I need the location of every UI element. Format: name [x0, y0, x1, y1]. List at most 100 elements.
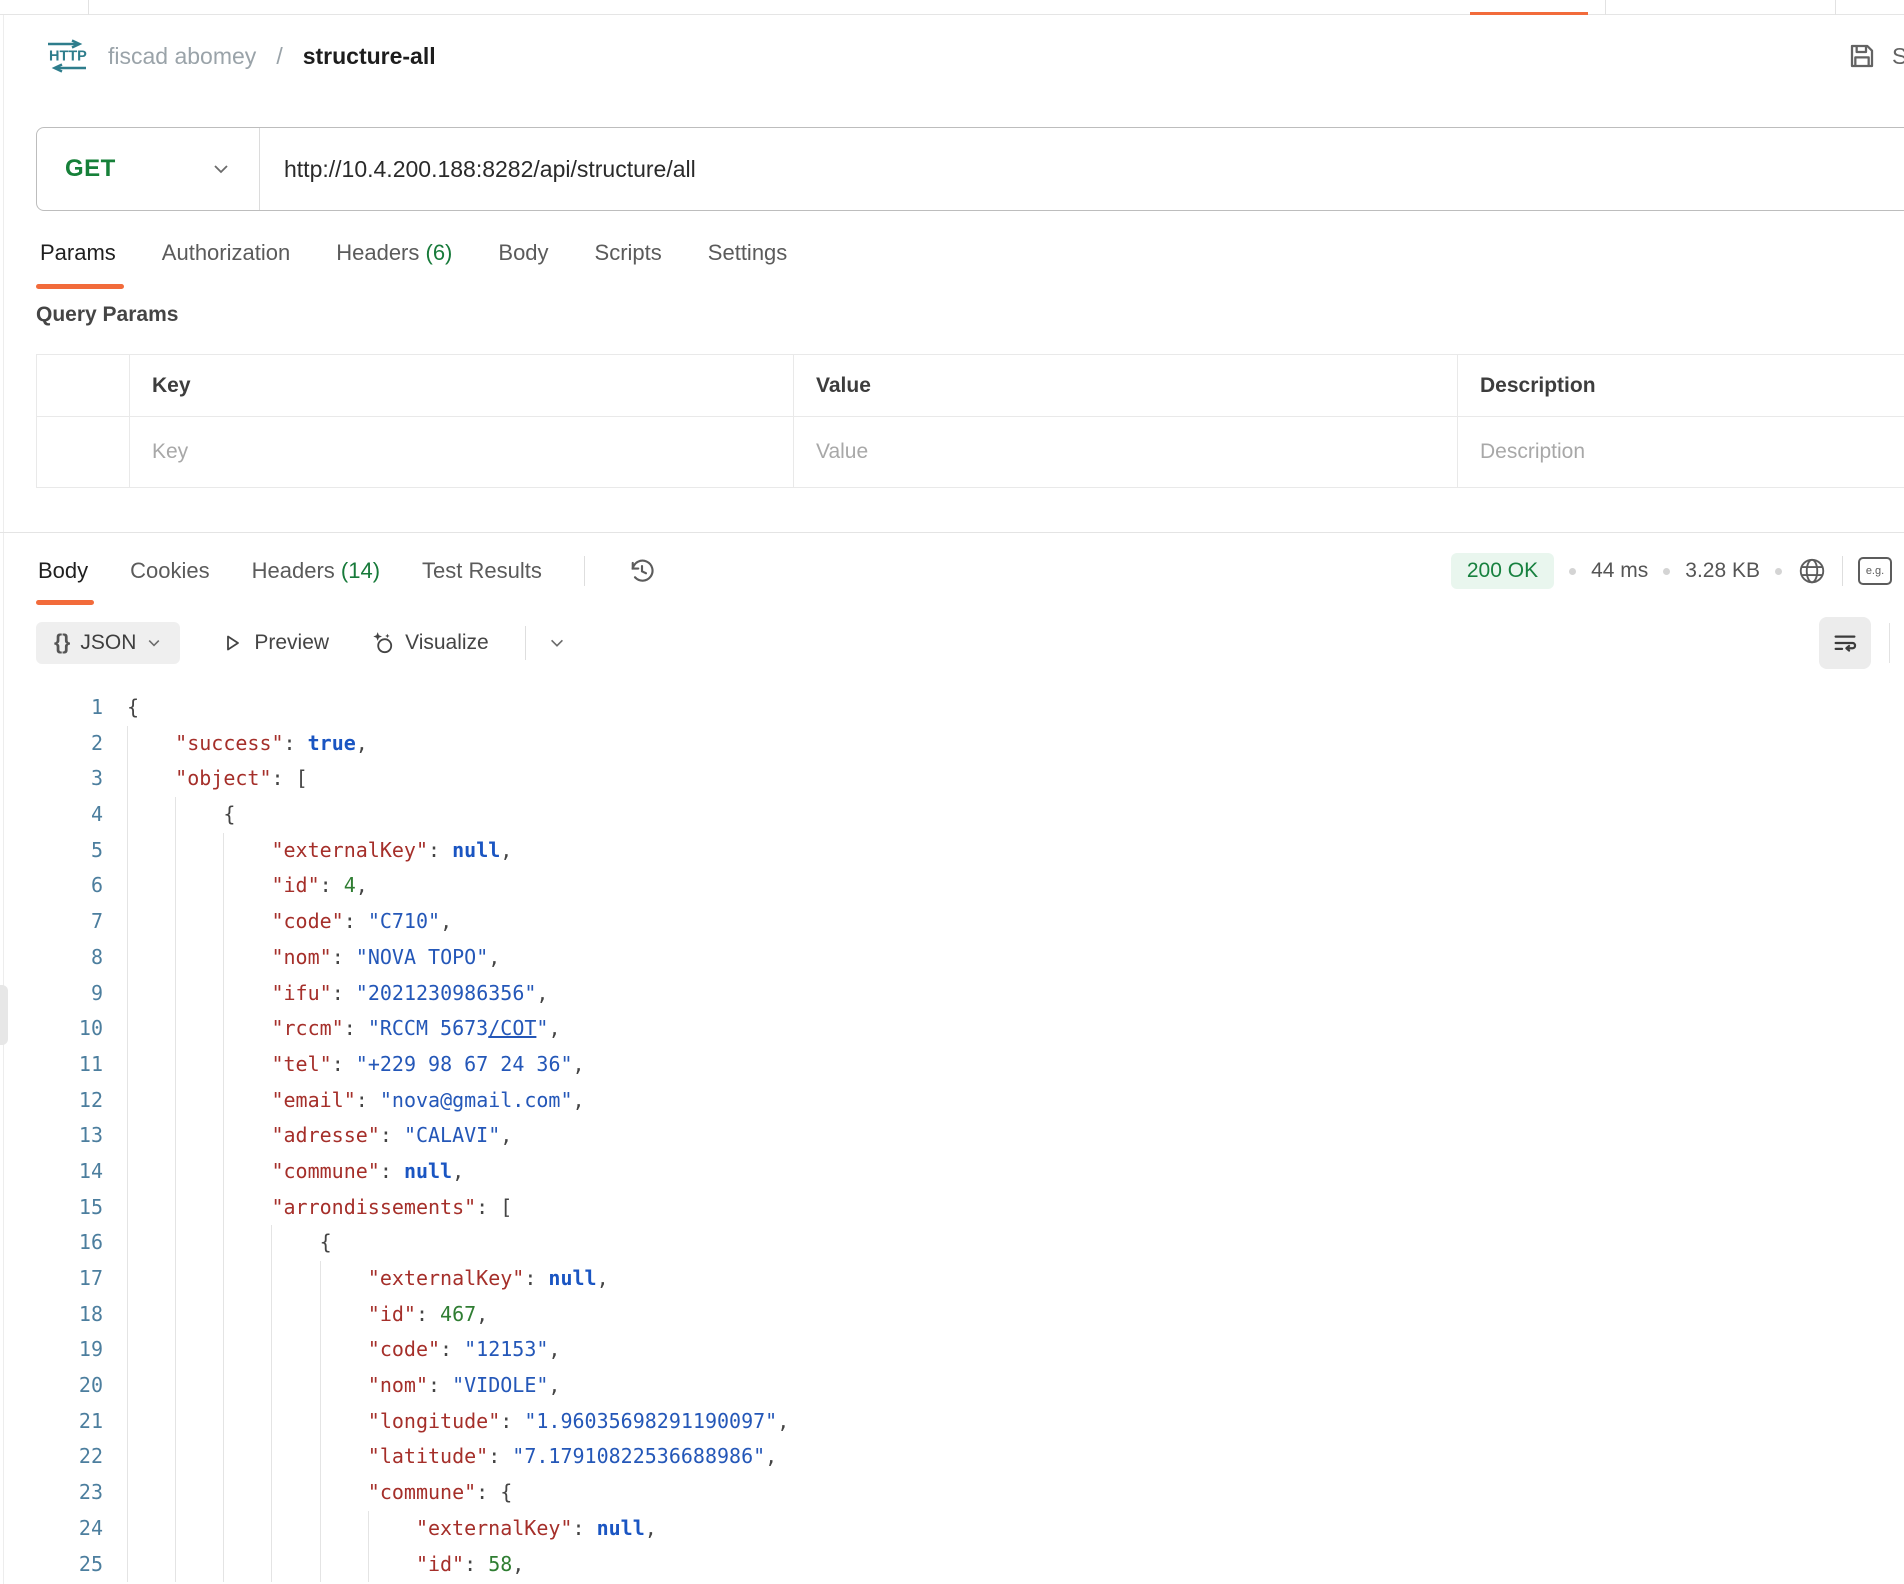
code-line: 11"tel": "+229 98 67 24 36", [0, 1047, 1904, 1083]
indent-guide [223, 868, 271, 904]
toolbar-right-divider [1889, 623, 1890, 663]
line-number: 7 [0, 904, 103, 940]
query-params-table: Key Value Description Key Value Descript… [36, 354, 1904, 488]
indent-guide [127, 1261, 175, 1297]
indent-guide [271, 1225, 319, 1261]
visualize-button[interactable]: Visualize [369, 630, 489, 656]
line-number: 19 [0, 1332, 103, 1368]
response-time: 44 ms [1591, 559, 1648, 583]
dot-separator [1775, 568, 1782, 575]
request-response-divider[interactable] [0, 532, 1904, 533]
tab-response-cookies[interactable]: Cookies [130, 558, 209, 584]
tab-settings[interactable]: Settings [708, 240, 788, 266]
indent-guide [271, 1511, 319, 1547]
indent-guide [223, 1475, 271, 1511]
indent-guide [271, 1475, 319, 1511]
tab-separator [1835, 0, 1836, 15]
wrap-text-button[interactable] [1819, 617, 1871, 669]
network-globe-icon[interactable] [1797, 556, 1827, 586]
magic-wand-icon [369, 630, 395, 656]
code-line: 4{ [0, 797, 1904, 833]
tab-headers[interactable]: Headers (6) [336, 240, 452, 266]
indent-guide [223, 1190, 271, 1226]
indent-guide [175, 1011, 223, 1047]
save-icon[interactable] [1846, 40, 1878, 72]
indent-guide [320, 1475, 368, 1511]
method-selector[interactable]: GET [37, 128, 260, 210]
line-number: 10 [0, 1011, 103, 1047]
tab-response-body[interactable]: Body [38, 558, 88, 584]
indent-guide [223, 1404, 271, 1440]
code-line: 24"externalKey": null, [0, 1511, 1904, 1547]
param-key-input[interactable]: Key [130, 417, 794, 487]
status-badge: 200 OK [1451, 553, 1554, 589]
param-select-column [37, 355, 130, 417]
line-number: 1 [0, 690, 103, 726]
indent-guide [127, 940, 175, 976]
indent-guide [271, 1261, 319, 1297]
indent-guide [127, 1332, 175, 1368]
dot-separator [1663, 568, 1670, 575]
dot-separator [1569, 568, 1576, 575]
indent-guide [127, 1154, 175, 1190]
url-input[interactable]: http://10.4.200.188:8282/api/structure/a… [260, 156, 696, 183]
wrap-text-icon [1831, 629, 1859, 657]
format-dropdown[interactable]: {} JSON [36, 622, 180, 664]
indent-guide [175, 1368, 223, 1404]
code-line: 5"externalKey": null, [0, 833, 1904, 869]
tab-test-results[interactable]: Test Results [422, 558, 542, 584]
indent-guide [223, 940, 271, 976]
code-line: 3"object": [ [0, 761, 1904, 797]
indent-guide [175, 1511, 223, 1547]
line-number: 23 [0, 1475, 103, 1511]
breadcrumb-separator: / [276, 43, 282, 70]
indent-guide [175, 1547, 223, 1583]
preview-button[interactable]: Preview [220, 631, 329, 655]
indent-guide [175, 1332, 223, 1368]
param-value-input[interactable]: Value [794, 417, 1458, 487]
active-response-tab-underline [36, 600, 94, 605]
param-description-input[interactable]: Description [1458, 417, 1904, 487]
indent-guide [223, 1297, 271, 1333]
tab-scripts[interactable]: Scripts [595, 240, 662, 266]
line-number: 14 [0, 1154, 103, 1190]
headers-count: (6) [426, 240, 453, 265]
line-number: 20 [0, 1368, 103, 1404]
code-line: 9"ifu": "2021230986356", [0, 976, 1904, 1012]
save-example-icon[interactable]: e.g. [1858, 557, 1892, 585]
indent-guide [127, 726, 175, 762]
line-number: 12 [0, 1083, 103, 1119]
indent-guide [127, 761, 175, 797]
toolbar-divider [525, 626, 526, 660]
tab-separator [1605, 0, 1606, 15]
request-tab-strip[interactable] [0, 0, 1904, 15]
indent-guide [175, 1083, 223, 1119]
tab-params[interactable]: Params [40, 240, 116, 266]
indent-guide [223, 1439, 271, 1475]
indent-guide [271, 1297, 319, 1333]
response-body-json[interactable]: 1{2"success": true,3"object": [4{5"exter… [0, 690, 1904, 1582]
tab-authorization[interactable]: Authorization [162, 240, 290, 266]
response-history-icon[interactable] [627, 556, 657, 586]
more-formats-chevron[interactable] [548, 634, 566, 652]
indent-guide [127, 1190, 175, 1226]
code-line: 13"adresse": "CALAVI", [0, 1118, 1904, 1154]
tab-body[interactable]: Body [498, 240, 548, 266]
breadcrumb-collection[interactable]: fiscad abomey [108, 43, 256, 70]
indent-guide [320, 1439, 368, 1475]
breadcrumb: HTTP fiscad abomey / structure-all [46, 36, 436, 76]
indent-guide [175, 1190, 223, 1226]
code-line: 20"nom": "VIDOLE", [0, 1368, 1904, 1404]
indent-guide [175, 1404, 223, 1440]
save-button-label[interactable]: S [1892, 43, 1904, 70]
indent-guide [175, 940, 223, 976]
code-line: 7"code": "C710", [0, 904, 1904, 940]
line-number: 6 [0, 868, 103, 904]
svg-text:HTTP: HTTP [49, 49, 87, 65]
indent-guide [127, 1547, 175, 1583]
breadcrumb-request-name: structure-all [303, 43, 436, 70]
tab-response-headers[interactable]: Headers (14) [252, 558, 380, 584]
indent-guide [175, 1297, 223, 1333]
indent-guide [223, 904, 271, 940]
braces-icon: {} [54, 631, 70, 655]
